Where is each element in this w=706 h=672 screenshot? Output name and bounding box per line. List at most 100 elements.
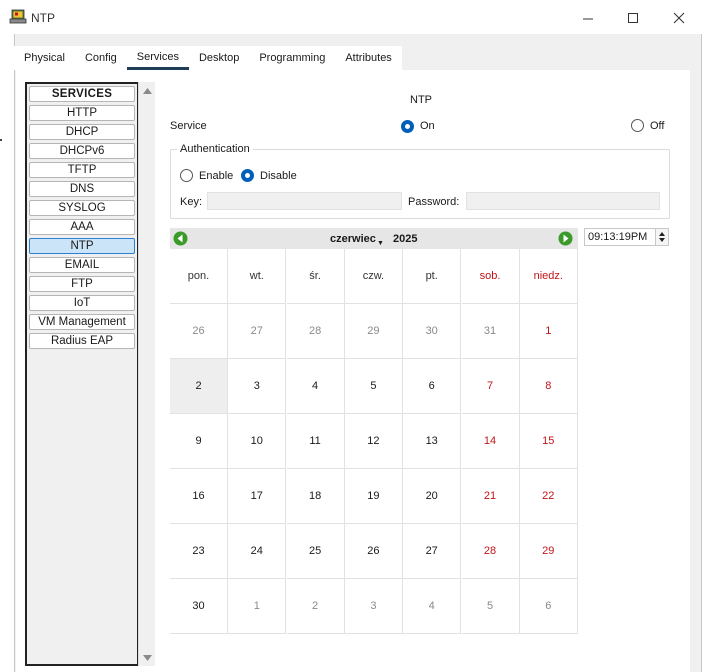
app-icon	[9, 9, 27, 24]
maximize-button[interactable]	[611, 5, 655, 31]
calendar-month[interactable]: czerwiec	[330, 233, 376, 245]
calendar-day[interactable]: 5	[461, 579, 520, 634]
auth-enable-radio[interactable]	[180, 169, 193, 182]
service-on-label: On	[420, 120, 435, 132]
calendar-day[interactable]: 7	[461, 359, 520, 414]
month-dropdown-icon[interactable]: ▼	[377, 240, 384, 247]
tab-config[interactable]: Config	[74, 46, 127, 70]
time-spin-buttons[interactable]	[655, 229, 668, 245]
calendar-day[interactable]: 26	[170, 304, 228, 359]
key-label: Key:	[180, 196, 203, 208]
spin-down-icon[interactable]	[659, 238, 665, 242]
calendar-day[interactable]: 17	[228, 469, 287, 524]
calendar-day[interactable]: 13	[403, 414, 462, 469]
spin-up-icon[interactable]	[659, 232, 665, 236]
service-item-dhcpv6[interactable]: DHCPv6	[29, 143, 135, 159]
calendar-day[interactable]: 4	[403, 579, 462, 634]
next-month-icon[interactable]	[558, 231, 573, 246]
calendar-year[interactable]: 2025	[393, 233, 417, 245]
calendar-day[interactable]: 2	[286, 579, 345, 634]
calendar-day[interactable]: 28	[286, 304, 345, 359]
prev-month-icon[interactable]	[173, 231, 188, 246]
tab-desktop[interactable]: Desktop	[188, 46, 250, 70]
calendar-day[interactable]: 10	[228, 414, 287, 469]
time-spinner[interactable]: 09:13:19PM	[584, 228, 669, 246]
service-item-dhcp[interactable]: DHCP	[29, 124, 135, 140]
service-off-label: Off	[650, 120, 665, 132]
calendar-day[interactable]: 29	[344, 304, 403, 359]
services-header: SERVICES	[29, 86, 135, 102]
service-item-http[interactable]: HTTP	[29, 105, 135, 121]
calendar-day[interactable]: 24	[228, 524, 287, 579]
calendar-day[interactable]: 30	[403, 304, 462, 359]
service-item-vm-management[interactable]: VM Management	[29, 314, 135, 330]
auth-disable-radio[interactable]	[241, 169, 254, 182]
password-input[interactable]	[466, 192, 660, 210]
close-icon	[673, 12, 685, 24]
service-on-radio[interactable]	[401, 120, 414, 133]
weekday-header: pt.	[403, 249, 462, 304]
service-item-ntp[interactable]: NTP	[29, 238, 135, 254]
time-value: 09:13:19PM	[588, 231, 648, 243]
calendar-day[interactable]: 1	[519, 304, 578, 359]
scroll-down-button[interactable]	[139, 649, 156, 666]
calendar-day[interactable]: 27	[228, 304, 287, 359]
service-item-iot[interactable]: IoT	[29, 295, 135, 311]
scroll-up-icon	[143, 87, 152, 94]
service-label: Service	[170, 120, 207, 132]
calendar-day[interactable]: 6	[403, 359, 462, 414]
calendar-day[interactable]: 28	[461, 524, 520, 579]
maximize-icon	[627, 12, 638, 23]
calendar-day[interactable]: 5	[344, 359, 403, 414]
tab-programming[interactable]: Programming	[249, 46, 336, 70]
calendar-day[interactable]: 25	[286, 524, 345, 579]
calendar-day[interactable]: 15	[519, 414, 578, 469]
calendar-day[interactable]: 6	[519, 579, 578, 634]
calendar-day[interactable]: 19	[344, 469, 403, 524]
service-item-aaa[interactable]: AAA	[29, 219, 135, 235]
calendar-day[interactable]: 30	[170, 579, 228, 634]
calendar-day[interactable]: 4	[286, 359, 345, 414]
minimize-button[interactable]	[566, 5, 610, 31]
authentication-legend: Authentication	[177, 143, 253, 155]
calendar-day[interactable]: 18	[286, 469, 345, 524]
calendar-day[interactable]: 9	[170, 414, 228, 469]
window-title: NTP	[31, 11, 55, 25]
tab-services[interactable]: Services	[126, 46, 189, 70]
calendar-day[interactable]: 2	[170, 359, 228, 414]
auth-enable-label: Enable	[199, 170, 234, 182]
services-scrollbar[interactable]	[138, 82, 155, 666]
weekday-header: śr.	[286, 249, 345, 304]
service-item-email[interactable]: EMAIL	[29, 257, 135, 273]
calendar-day[interactable]: 1	[228, 579, 287, 634]
calendar-grid: pon. wt. śr. czw. pt. sob. niedz. 26 27 28 29 30 31 1…	[170, 249, 578, 636]
minimize-icon	[582, 18, 593, 19]
service-item-syslog[interactable]: SYSLOG	[29, 200, 135, 216]
calendar-day[interactable]: 26	[344, 524, 403, 579]
calendar-day[interactable]: 14	[461, 414, 520, 469]
calendar-day[interactable]: 27	[403, 524, 462, 579]
service-item-radius-eap[interactable]: Radius EAP	[29, 333, 135, 349]
calendar-day[interactable]: 31	[461, 304, 520, 359]
calendar-day[interactable]: 21	[461, 469, 520, 524]
tab-attributes[interactable]: Attributes	[335, 46, 402, 70]
calendar-day[interactable]: 12	[344, 414, 403, 469]
password-label: Password:	[408, 196, 460, 208]
service-off-radio[interactable]	[631, 119, 644, 132]
service-item-tftp[interactable]: TFTP	[29, 162, 135, 178]
service-item-ftp[interactable]: FTP	[29, 276, 135, 292]
calendar-day[interactable]: 23	[170, 524, 228, 579]
calendar-day[interactable]: 20	[403, 469, 462, 524]
calendar-day[interactable]: 22	[519, 469, 578, 524]
scroll-up-button[interactable]	[139, 82, 156, 99]
calendar-day[interactable]: 29	[519, 524, 578, 579]
close-button[interactable]	[657, 5, 701, 31]
calendar-day[interactable]: 16	[170, 469, 228, 524]
calendar-day[interactable]: 8	[519, 359, 578, 414]
service-item-dns[interactable]: DNS	[29, 181, 135, 197]
key-input[interactable]	[207, 192, 402, 210]
calendar-day[interactable]: 11	[286, 414, 345, 469]
calendar-day[interactable]: 3	[228, 359, 287, 414]
calendar-day[interactable]: 3	[344, 579, 403, 634]
tab-physical[interactable]: Physical	[14, 46, 75, 70]
